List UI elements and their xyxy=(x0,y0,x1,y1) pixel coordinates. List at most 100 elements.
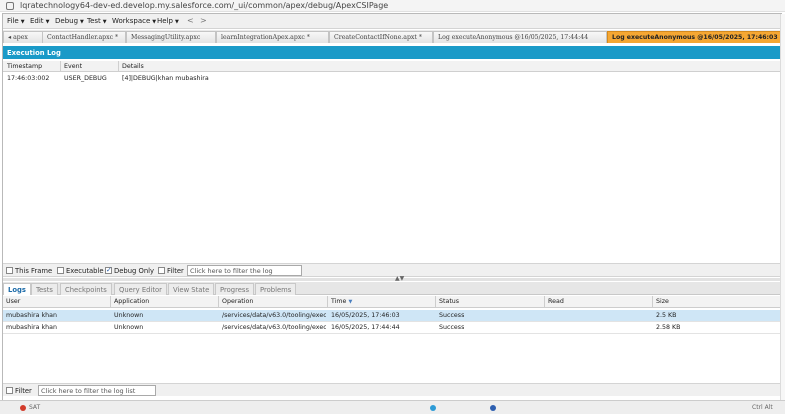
tab-messaging-utility[interactable]: MessagingUtility.apxc xyxy=(126,31,216,43)
tab-label: MessagingUtility.apxc xyxy=(131,34,201,41)
menu-label: Test xyxy=(87,17,101,25)
url-text[interactable]: lqratechnology64-dev-ed.develop.my.sales… xyxy=(20,1,388,10)
panel-splitter[interactable]: ▲▼ xyxy=(3,275,780,282)
menu-label: Edit xyxy=(30,17,44,25)
menu-help[interactable]: Help ▼ xyxy=(157,17,179,25)
app-icon[interactable] xyxy=(430,405,436,411)
chevron-down-icon: ▼ xyxy=(102,19,107,25)
log-list-filter-input[interactable]: Click here to filter the log list xyxy=(38,385,156,396)
app-icon[interactable] xyxy=(490,405,496,411)
col-read[interactable]: Read xyxy=(548,298,564,305)
cell-time: 16/05/2025, 17:44:44 xyxy=(331,324,400,331)
cell-event: USER_DEBUG xyxy=(64,75,107,82)
col-operation[interactable]: Operation xyxy=(222,298,253,305)
page-icon xyxy=(6,2,14,10)
tab-tests[interactable]: Tests xyxy=(31,283,58,295)
table-row[interactable]: mubashira khan Unknown /services/data/v6… xyxy=(3,322,780,334)
tab-query-editor[interactable]: Query Editor xyxy=(114,283,167,295)
menu-file[interactable]: File ▼ xyxy=(7,17,25,25)
menu-label: Workspace xyxy=(112,17,151,25)
taskbar-left-text: SAT xyxy=(29,404,41,411)
menu-test[interactable]: Test ▼ xyxy=(87,17,107,25)
column-divider xyxy=(544,296,545,308)
bottom-tab-bar: Logs Tests Checkpoints Query Editor View… xyxy=(3,282,780,295)
tab-label: CreateContactIfNone.apxt * xyxy=(334,34,422,41)
cell-user: mubashira khan xyxy=(6,324,57,331)
menu-label: Help xyxy=(157,17,173,25)
chevron-down-icon: ▼ xyxy=(45,19,50,25)
tab-label: ContactHandler.apxc * xyxy=(47,34,119,41)
chevron-down-icon: ▼ xyxy=(174,19,179,25)
tab-scroll-left-icon[interactable]: ◂ xyxy=(8,34,11,41)
executable-checkbox[interactable] xyxy=(57,267,64,274)
this-frame-checkbox[interactable] xyxy=(6,267,13,274)
column-divider xyxy=(110,296,111,308)
tab-learn-integration[interactable]: learnIntegrationApex.apxc * xyxy=(216,31,329,43)
cell-user: mubashira khan xyxy=(6,312,57,319)
logs-grid-header: User Application Operation Time ▼ Status… xyxy=(3,296,780,308)
cell-size: 2.58 KB xyxy=(656,324,681,331)
cell-size: 2.5 KB xyxy=(656,312,677,319)
tab-contact-handler[interactable]: ContactHandler.apxc * xyxy=(42,31,126,43)
menu-bar: File ▼ Edit ▼ Debug ▼ Test ▼ Workspace ▼ Help… xyxy=(3,14,781,29)
log-list-filter-bar: Filter Click here to filter the log list xyxy=(3,383,780,396)
menu-debug[interactable]: Debug ▼ xyxy=(55,17,84,25)
this-frame-label: This Frame xyxy=(15,267,53,275)
sort-desc-icon: ▼ xyxy=(348,299,353,305)
chevron-down-icon: ▼ xyxy=(152,19,157,25)
col-details[interactable]: Details xyxy=(122,63,144,70)
cell-operation: /services/data/v63.0/tooling/exec... xyxy=(222,324,326,331)
col-timestamp[interactable]: Timestamp xyxy=(7,63,42,70)
table-row[interactable]: mubashira khan Unknown /services/data/v6… xyxy=(3,310,780,322)
log-filter-input[interactable]: Click here to filter the log xyxy=(187,265,302,276)
tab-log-174444[interactable]: Log executeAnonymous @16/05/2025, 17:44:… xyxy=(433,31,607,43)
record-icon xyxy=(20,405,26,411)
cell-application: Unknown xyxy=(114,324,144,331)
cell-status: Success xyxy=(439,312,465,319)
column-divider xyxy=(60,61,61,72)
log-list-filter-checkbox[interactable] xyxy=(6,387,13,394)
cell-operation: /services/data/v63.0/tooling/exec... xyxy=(222,312,326,319)
menu-workspace[interactable]: Workspace ▼ xyxy=(112,17,156,25)
debug-only-checkbox[interactable] xyxy=(105,266,112,274)
tab-problems[interactable]: Problems xyxy=(255,283,297,295)
cell-timestamp: 17:46:03:002 xyxy=(7,75,50,82)
menu-label: Debug xyxy=(55,17,79,25)
editor-tab-bar: ◂ apex ContactHandler.apxc * MessagingUt… xyxy=(3,30,781,43)
forward-arrow-icon[interactable]: > xyxy=(200,16,207,25)
col-application[interactable]: Application xyxy=(114,298,149,305)
chevron-down-icon: ▼ xyxy=(80,19,84,25)
tab-apex[interactable]: ◂ apex xyxy=(3,31,43,43)
taskbar: SAT Ctrl Alt xyxy=(0,400,785,414)
tab-logs[interactable]: Logs xyxy=(3,283,31,295)
tab-log-174603[interactable]: Log executeAnonymous @16/05/2025, 17:46:… xyxy=(607,31,781,43)
cell-status: Success xyxy=(439,324,465,331)
vertical-scrollbar[interactable] xyxy=(780,14,785,400)
menu-edit[interactable]: Edit ▼ xyxy=(30,17,49,25)
tab-label: Log executeAnonymous @16/05/2025, 17:46:… xyxy=(612,34,778,41)
executable-label: Executable xyxy=(66,267,104,275)
tab-label: Log executeAnonymous @16/05/2025, 17:44:… xyxy=(438,34,589,41)
tab-view-state[interactable]: View State xyxy=(168,283,215,295)
tab-progress[interactable]: Progress xyxy=(215,283,255,295)
execution-log-header: Timestamp Event Details xyxy=(3,61,780,72)
tab-create-contact[interactable]: CreateContactIfNone.apxt * xyxy=(329,31,433,43)
col-event[interactable]: Event xyxy=(64,63,82,70)
address-bar[interactable]: lqratechnology64-dev-ed.develop.my.sales… xyxy=(0,0,785,12)
col-user[interactable]: User xyxy=(6,298,20,305)
col-time-label: Time xyxy=(331,298,347,305)
filter-checkbox[interactable] xyxy=(158,267,165,274)
back-arrow-icon[interactable]: < xyxy=(187,16,194,25)
column-divider xyxy=(327,296,328,308)
tab-checkpoints[interactable]: Checkpoints xyxy=(60,283,112,295)
column-divider xyxy=(118,61,119,72)
col-status[interactable]: Status xyxy=(439,298,459,305)
col-time[interactable]: Time ▼ xyxy=(331,298,352,305)
cell-details: [4]|DEBUG|khan mubashira xyxy=(122,75,209,82)
splitter-handle-icon[interactable]: ▲▼ xyxy=(395,275,404,282)
column-divider xyxy=(652,296,653,308)
cell-time: 16/05/2025, 17:46:03 xyxy=(331,312,400,319)
column-divider xyxy=(218,296,219,308)
table-row[interactable]: 17:46:03:002 USER_DEBUG [4]|DEBUG|khan m… xyxy=(3,73,780,85)
col-size[interactable]: Size xyxy=(656,298,669,305)
